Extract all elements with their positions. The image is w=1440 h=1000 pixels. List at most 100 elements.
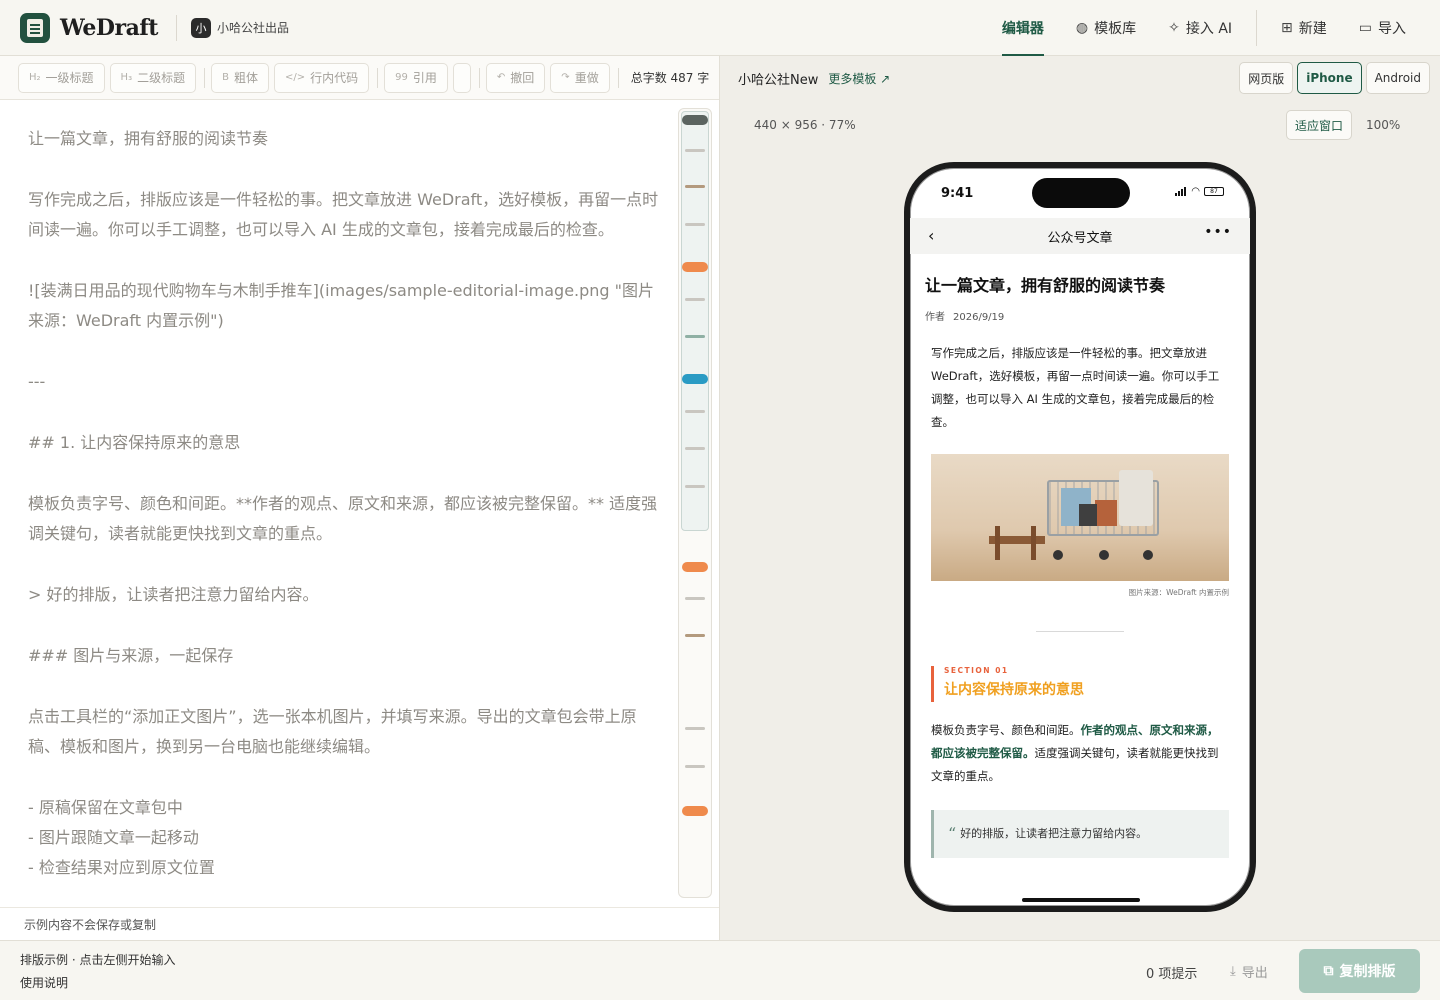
section-heading: SECTION 01 让内容保持原来的意思 (931, 666, 1229, 702)
back-icon[interactable]: ‹ (928, 226, 934, 245)
article-divider (1036, 631, 1124, 632)
editor-footer-note: 示例内容不会保存或复制 (0, 907, 719, 940)
editor-line[interactable]: - 检查结果对应到原文位置 (28, 853, 668, 883)
minimap-marker (682, 806, 708, 816)
editor-minimap[interactable] (678, 108, 712, 898)
editor-line[interactable]: - 图片跟随文章一起移动 (28, 823, 668, 853)
minimap-marker (685, 185, 705, 188)
app-name: WeDraft (60, 14, 158, 41)
article-meta: 作者 2026/9/19 (925, 308, 1012, 323)
preview-toolbar: 小哈公社New 更多模板 ↗ 网页版 iPhone Android (720, 56, 1440, 100)
undo-button[interactable]: ↶ 撤回 (485, 62, 546, 93)
editor-line[interactable]: ## 1. 让内容保持原来的意思 (28, 428, 668, 458)
redo-button[interactable]: ↷ 重做 (550, 62, 610, 93)
phone-status-bar: 9:41 ◠ 87 (910, 168, 1250, 218)
minimap-marker (682, 562, 708, 572)
more-icon[interactable]: ••• (1204, 224, 1232, 240)
bold-icon: B (222, 72, 229, 83)
download-icon: ⤓ (1230, 964, 1236, 979)
section-title: 让内容保持原来的意思 (944, 682, 1084, 698)
toolbar-divider (204, 67, 206, 88)
editor-line[interactable] (28, 762, 668, 793)
top-header: WeDraft 小 小哈公社出品 编辑器 ◍ 模板库 ✧ 接入 AI ⊞ 新建 … (0, 0, 1440, 56)
quote-button[interactable]: 99 引用 (384, 62, 448, 93)
dynamic-island (1032, 178, 1130, 208)
minimap-marker (685, 597, 705, 600)
editor-line[interactable]: > 好的排版，让读者把注意力留给内容。 (28, 580, 668, 610)
editor-line[interactable]: 写作完成之后，排版应该是一件轻松的事。把文章放进 WeDraft，选好模板，再留… (28, 185, 668, 245)
heading2-button[interactable]: H₃ 二级标题 (109, 62, 197, 93)
device-android-button[interactable]: Android (1365, 62, 1430, 94)
phone-frame: 9:41 ◠ 87 ‹ 公众号文章 ••• 让一篇文章，拥有舒服的阅读节奏 作者… (904, 162, 1256, 912)
copy-layout-button[interactable]: ⧉ 复制排版 (1299, 949, 1420, 993)
nav-editor-label: 编辑器 (1001, 21, 1044, 37)
toolbar-divider (478, 67, 480, 88)
minimap-marker (682, 374, 708, 384)
device-web-button[interactable]: 网页版 (1239, 62, 1294, 94)
editor-line[interactable] (28, 458, 668, 489)
bottom-bar: 排版示例 · 点击左侧开始输入 使用说明 0 项提示 ⤓ 导出 ⧉ 复制排版 (0, 940, 1440, 1000)
editor-line[interactable]: --- (28, 367, 668, 397)
minimap-viewport-handle[interactable] (681, 111, 709, 531)
quote-label: 引用 (412, 71, 437, 85)
editor-line[interactable] (28, 154, 668, 185)
minimap-marker (685, 335, 705, 338)
article-title: 让一篇文章，拥有舒服的阅读节奏 (925, 276, 1166, 295)
header-divider (175, 14, 177, 41)
toolbar-divider (617, 67, 619, 88)
status-time: 9:41 (941, 186, 974, 201)
editor-line[interactable] (28, 671, 668, 702)
editor-line[interactable] (28, 549, 668, 580)
home-indicator (1022, 898, 1140, 902)
article-preview: 让一篇文章，拥有舒服的阅读节奏 作者 2026/9/19 写作完成之后，排版应该是… (910, 254, 1250, 894)
copy-layout-label: 复制排版 (1339, 964, 1396, 980)
export-button[interactable]: ⤓ 导出 (1230, 962, 1268, 981)
nav-ai[interactable]: ✧ 接入 AI (1152, 0, 1248, 56)
zoom-level[interactable]: 100% (1366, 118, 1400, 132)
nav-templates[interactable]: ◍ 模板库 (1060, 0, 1152, 56)
fit-window-button[interactable]: 适应窗口 (1286, 110, 1353, 140)
editor-line[interactable]: 让一篇文章，拥有舒服的阅读节奏 (28, 124, 668, 154)
nav-editor[interactable]: 编辑器 (986, 0, 1060, 56)
heading1-button[interactable]: H₂ 一级标题 (18, 62, 105, 93)
folder-icon: ▭ (1358, 20, 1372, 36)
copy-icon: ⧉ (1323, 963, 1334, 979)
editor-line[interactable]: 模板负责字号、颜色和间距。**作者的观点、原文和来源，都应该被完整保留。** 适… (28, 489, 668, 549)
inline-code-button[interactable]: </> 行内代码 (273, 62, 370, 93)
minimap-marker (685, 727, 705, 730)
heading2-label: 二级标题 (137, 71, 186, 85)
editor-line[interactable] (28, 336, 668, 367)
document-icon (20, 12, 50, 43)
editor-line[interactable]: ![装满日用品的现代购物车与木制手推车](images/sample-edito… (28, 276, 668, 336)
new-file-icon: ⊞ (1281, 20, 1293, 36)
heading-icon: H₂ (29, 72, 41, 83)
import-button[interactable]: ▭ 导入 (1343, 0, 1422, 56)
article-image (931, 454, 1229, 581)
article-nav-bar: ‹ 公众号文章 ••• (910, 218, 1250, 254)
minimap-marker (685, 298, 705, 301)
markdown-editor[interactable]: 让一篇文章，拥有舒服的阅读节奏写作完成之后，排版应该是一件轻松的事。把文章放进 … (28, 124, 668, 883)
brand-icon: 小 (190, 17, 211, 38)
editor-line[interactable]: - 原稿保留在文章包中 (28, 793, 668, 823)
editor-line[interactable]: 点击工具栏的“添加正文图片”，选一张本机图片，并填写来源。导出的文章包会带上原稿… (28, 702, 668, 762)
sparkle-icon: ✧ (1168, 20, 1180, 36)
inline-code-label: 行内代码 (310, 71, 359, 85)
article-author: 作者 (925, 312, 945, 323)
bold-button[interactable]: B 粗体 (211, 62, 269, 93)
new-button[interactable]: ⊞ 新建 (1265, 0, 1343, 56)
help-link[interactable]: 使用说明 (20, 974, 68, 991)
device-iphone-button[interactable]: iPhone (1297, 62, 1362, 94)
more-tools-button[interactable] (452, 62, 471, 93)
hint-count[interactable]: 0 项提示 (1146, 963, 1197, 982)
editor-line[interactable] (28, 245, 668, 276)
logo[interactable]: WeDraft (20, 12, 158, 43)
editor-line[interactable]: ### 图片与来源，一起保存 (28, 641, 668, 671)
quote-mark-icon: “ (948, 824, 957, 843)
section-tag: SECTION 01 (944, 666, 1009, 675)
nav-ai-label: 接入 AI (1185, 21, 1233, 37)
more-templates-link[interactable]: 更多模板 ↗ (828, 70, 890, 87)
new-button-label: 新建 (1298, 21, 1327, 37)
quote-text: 好的排版，让读者把注意力留给内容。 (960, 827, 1148, 840)
editor-line[interactable] (28, 397, 668, 428)
editor-line[interactable] (28, 610, 668, 641)
